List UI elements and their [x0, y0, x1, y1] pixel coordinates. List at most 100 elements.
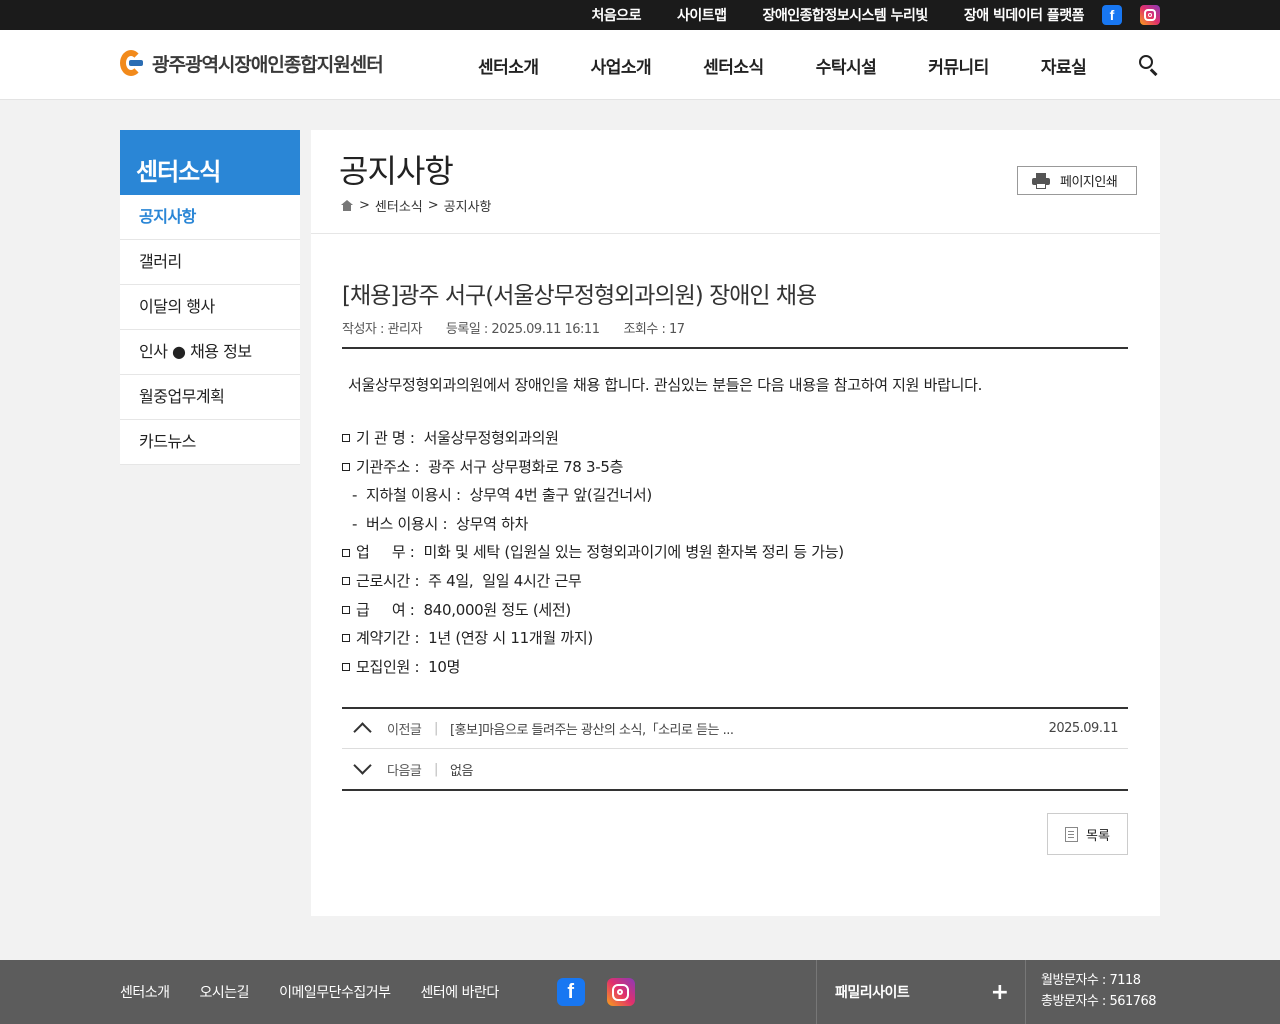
- page-header: 공지사항 > 센터소식 > 공지사항 페이지인쇄: [311, 130, 1160, 234]
- post-views: 조회수 : 17: [623, 322, 685, 337]
- monthly-visitors: 월방문자수 : 7118: [1041, 973, 1141, 988]
- sidebar-item-gallery[interactable]: 갤러리: [120, 240, 300, 285]
- list-button-label: 목록: [1086, 828, 1110, 844]
- footer-link-center-intro[interactable]: 센터소개: [120, 982, 170, 1002]
- post-author: 작성자 : 관리자: [342, 322, 422, 337]
- nav-center-intro[interactable]: 센터소개: [478, 53, 539, 78]
- post-detail-text: 급 여 : 840,000원 정도 (세전): [356, 600, 571, 619]
- post-lead: 서울상무정형외과의원에서 장애인을 채용 합니다. 관심있는 분들은 다음 내용…: [348, 376, 983, 394]
- prev-post-title[interactable]: [홍보]마음으로 들려주는 광산의 소식,「소리로 듣는 ...: [450, 719, 1048, 738]
- footer-link-email-policy[interactable]: 이메일무단수집거부: [279, 982, 391, 1002]
- facebook-icon[interactable]: f: [1102, 5, 1122, 25]
- separator: |: [434, 761, 438, 777]
- main-content: 공지사항 > 센터소식 > 공지사항 페이지인쇄 [채용]광주 서구(서울상무정…: [311, 130, 1160, 916]
- facebook-icon[interactable]: f: [556, 978, 585, 1006]
- prev-post-link[interactable]: 이전글 | [홍보]마음으로 들려주는 광산의 소식,「소리로 듣는 ... 2…: [342, 708, 1128, 748]
- post-detail-text: - 지하철 이용시 : 상무역 4번 출구 앞(길건너서): [352, 486, 652, 505]
- bigdata-platform-link[interactable]: 장애 빅데이터 플랫폼: [964, 5, 1085, 25]
- site-logo[interactable]: 광주광역시장애인종합지원센터: [120, 48, 384, 78]
- sidebar-title: 센터소식: [120, 130, 300, 195]
- post-detail-line: - 지하철 이용시 : 상무역 4번 출구 앞(길건너서): [342, 481, 1128, 510]
- print-page-button[interactable]: 페이지인쇄: [1017, 166, 1137, 195]
- sidebar-menu: 공지사항 갤러리 이달의 행사 인사 ● 채용 정보 월중업무계획 카드뉴스: [120, 195, 300, 465]
- visitor-counter: 월방문자수 : 7118 총방문자수 : 561768: [1041, 970, 1157, 1012]
- family-site-toggle[interactable]: 패밀리사이트 +: [816, 960, 1026, 1024]
- footer-link-suggestions[interactable]: 센터에 바란다: [420, 982, 499, 1002]
- main-nav: 센터소개 사업소개 센터소식 수탁시설 커뮤니티 자료실: [452, 30, 1112, 100]
- plus-icon: +: [990, 979, 1009, 1005]
- printer-icon: [1032, 172, 1050, 189]
- site-header: 광주광역시장애인종합지원센터 센터소개 사업소개 센터소식 수탁시설 커뮤니티 …: [0, 30, 1280, 100]
- utility-links: 처음으로 사이트맵 장애인종합정보시스템 누리빛 장애 빅데이터 플랫폼 f: [555, 0, 1160, 30]
- next-post-link[interactable]: 다음글 | 없음: [342, 749, 1128, 789]
- family-site-label: 패밀리사이트: [835, 985, 910, 1001]
- site-footer: 센터소개 오시는길 이메일무단수집거부 센터에 바란다 f 패밀리사이트 + 월…: [0, 960, 1280, 1024]
- post-detail-text: 모집인원 : 10명: [356, 657, 461, 676]
- breadcrumb-center-news[interactable]: 센터소식: [375, 196, 423, 215]
- nav-business-intro[interactable]: 사업소개: [591, 53, 652, 78]
- prev-post-date: 2025.09.11: [1048, 720, 1119, 736]
- post-detail-line: 근로시간 : 주 4일, 일일 4시간 근무: [342, 567, 1128, 596]
- home-link[interactable]: 처음으로: [591, 5, 641, 25]
- nav-facilities[interactable]: 수탁시설: [816, 53, 877, 78]
- post-detail-line: 기관주소 : 광주 서구 상무평화로 78 3-5층: [342, 453, 1128, 482]
- next-post-title: 없음: [450, 763, 473, 779]
- print-page-label: 페이지인쇄: [1060, 175, 1118, 190]
- footer-links: 센터소개 오시는길 이메일무단수집거부 센터에 바란다 f: [120, 960, 657, 1024]
- post-title: [채용]광주 서구(서울상무정형외과의원) 장애인 채용: [342, 283, 817, 309]
- nav-archive[interactable]: 자료실: [1041, 53, 1087, 78]
- post-detail-list: 기 관 명 : 서울상무정형외과의원기관주소 : 광주 서구 상무평화로 78 …: [342, 424, 1128, 681]
- instagram-icon[interactable]: [606, 978, 635, 1006]
- square-bullet-icon: [342, 605, 350, 614]
- post-body: 서울상무정형외과의원에서 장애인을 채용 합니다. 관심있는 분들은 다음 내용…: [342, 374, 1128, 681]
- search-icon[interactable]: [1136, 52, 1160, 76]
- square-bullet-icon: [342, 634, 350, 643]
- post-detail-line: 업 무 : 미화 및 세탁 (입원실 있는 정형외과이기에 병원 환자복 정리 …: [342, 538, 1128, 567]
- instagram-icon[interactable]: [1140, 5, 1160, 25]
- square-bullet-icon: [342, 663, 350, 672]
- sidebar-item-monthly-plan[interactable]: 월중업무계획: [120, 375, 300, 420]
- footer-link-directions[interactable]: 오시는길: [200, 982, 250, 1002]
- divider: [342, 347, 1128, 349]
- logo-text: 광주광역시장애인종합지원센터: [152, 53, 384, 76]
- post-detail-line: - 버스 이용시 : 상무역 하차: [342, 510, 1128, 539]
- post-detail-text: 계약기간 : 1년 (연장 시 11개월 까지): [356, 629, 593, 648]
- chevron-up-icon: [342, 708, 382, 748]
- sidebar-item-monthly-events[interactable]: 이달의 행사: [120, 285, 300, 330]
- breadcrumb-separator: >: [427, 198, 439, 213]
- square-bullet-icon: [342, 462, 350, 471]
- post-detail-text: 업 무 : 미화 및 세탁 (입원실 있는 정형외과이기에 병원 환자복 정리 …: [356, 543, 844, 562]
- sitemap-link[interactable]: 사이트맵: [677, 5, 727, 25]
- square-bullet-icon: [342, 577, 350, 586]
- post-detail-text: - 버스 이용시 : 상무역 하차: [352, 514, 529, 533]
- divider: [342, 789, 1128, 791]
- post-detail-line: 모집인원 : 10명: [342, 653, 1128, 682]
- breadcrumb: > 센터소식 > 공지사항: [341, 196, 497, 215]
- next-post-label: 다음글: [387, 763, 422, 779]
- post-detail-text: 근로시간 : 주 4일, 일일 4시간 근무: [356, 571, 582, 590]
- logo-mark-icon: [120, 48, 148, 78]
- sidebar-item-notice[interactable]: 공지사항: [120, 195, 300, 240]
- home-icon[interactable]: [341, 200, 353, 211]
- square-bullet-icon: [342, 434, 350, 443]
- post-detail-text: 기 관 명 : 서울상무정형외과의원: [356, 429, 559, 447]
- top-utility-bar: 처음으로 사이트맵 장애인종합정보시스템 누리빛 장애 빅데이터 플랫폼 f: [0, 0, 1280, 30]
- post-detail-line: 계약기간 : 1년 (연장 시 11개월 까지): [342, 624, 1128, 653]
- post-date: 등록일 : 2025.09.11 16:11: [445, 322, 600, 337]
- post-detail-line: 급 여 : 840,000원 정도 (세전): [342, 596, 1128, 625]
- nav-center-news[interactable]: 센터소식: [703, 53, 764, 78]
- breadcrumb-notice[interactable]: 공지사항: [444, 196, 492, 215]
- nav-community[interactable]: 커뮤니티: [928, 53, 989, 78]
- sidebar-item-hiring-info[interactable]: 인사 ● 채용 정보: [120, 330, 300, 375]
- prev-post-label: 이전글: [387, 722, 422, 738]
- nuribit-link[interactable]: 장애인종합정보시스템 누리빛: [763, 5, 929, 25]
- post-detail-line: 기 관 명 : 서울상무정형외과의원: [342, 424, 1128, 453]
- list-icon: [1065, 826, 1079, 842]
- sidebar-item-card-news[interactable]: 카드뉴스: [120, 420, 300, 465]
- list-button[interactable]: 목록: [1047, 813, 1128, 855]
- breadcrumb-separator: >: [359, 198, 370, 213]
- chevron-down-icon: [342, 749, 382, 789]
- separator: |: [434, 720, 438, 736]
- post-meta: 작성자 : 관리자 등록일 : 2025.09.11 16:11 조회수 : 1…: [342, 318, 709, 337]
- page-title: 공지사항: [339, 152, 454, 190]
